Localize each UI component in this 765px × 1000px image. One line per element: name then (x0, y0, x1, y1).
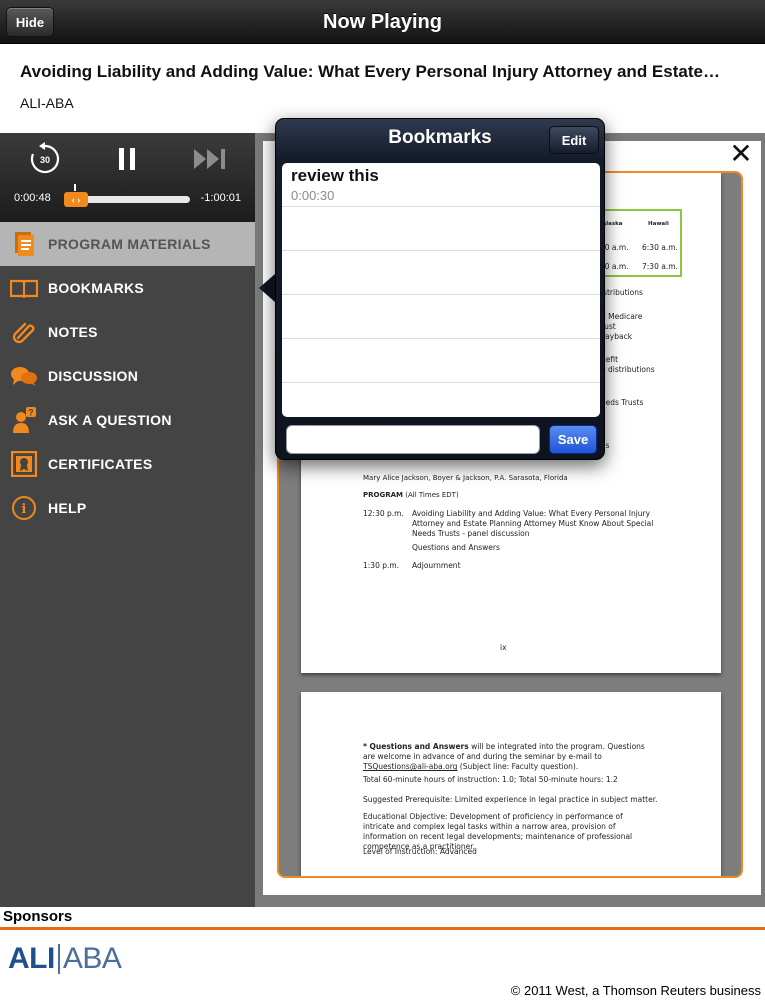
sidebar-item-label: NOTES (48, 324, 98, 340)
ali-aba-logo: ALI ABA (8, 941, 122, 977)
document-stack-icon (10, 231, 38, 257)
schedule-text: Questions and Answers (412, 543, 500, 552)
pause-button[interactable] (112, 143, 142, 175)
sponsors-label: Sponsors (3, 908, 73, 925)
bookmark-title: review this (291, 166, 379, 185)
time-zone-table: Alaska Hawaii 30 a.m. 6:30 a.m. 30 a.m. … (596, 209, 682, 277)
sidebar-item-help[interactable]: i HELP (0, 486, 255, 530)
skip-forward-button[interactable] (190, 145, 230, 173)
replay-30-button[interactable]: 30 (28, 142, 62, 176)
copyright: © 2011 West, a Thomson Reuters business (510, 983, 761, 998)
faculty-line: Mary Alice Jackson, Boyer & Jackson, P.A… (363, 474, 568, 482)
save-button[interactable]: Save (549, 425, 597, 454)
empty-row (282, 251, 600, 295)
info-icon: i (10, 495, 38, 521)
sidebar: 30 0:00:48 ‹ › -1:00:01 PROGRAM MATERIAL… (0, 133, 255, 907)
bookmarks-list: review this 0:00:30 (282, 163, 600, 417)
table-header: Alaska (602, 221, 623, 227)
sponsors-divider (0, 927, 765, 930)
schedule-time: 12:30 p.m. (363, 509, 404, 518)
schedule-text: Avoiding Liability and Adding Value: Wha… (412, 509, 654, 539)
sidebar-item-label: PROGRAM MATERIALS (48, 236, 211, 252)
page-number: ix (500, 643, 507, 652)
elapsed-time: 0:00:48 (14, 192, 51, 204)
program-organization: ALI-ABA (20, 95, 74, 111)
bookmark-time: 0:00:30 (291, 188, 335, 203)
svg-text:?: ? (28, 408, 34, 418)
logo-divider (57, 944, 60, 974)
sidebar-item-notes[interactable]: NOTES (0, 310, 255, 354)
sidebar-item-label: ASK A QUESTION (48, 412, 172, 428)
qa-heading: * Questions and Answers (363, 742, 469, 751)
qa-tail: (Subject line: Faculty question). (457, 762, 579, 772)
audio-player: 30 0:00:48 ‹ › -1:00:01 (0, 133, 255, 222)
logo-right: ABA (62, 942, 122, 975)
qa-paragraph: * Questions and Answers will be integrat… (363, 742, 653, 772)
page-text: e distributions (601, 365, 655, 374)
pause-icon (119, 148, 135, 170)
sidebar-item-label: DISCUSSION (48, 368, 139, 384)
sidebar-menu: PROGRAM MATERIALS BOOKMARKS NOTES DISCUS… (0, 222, 255, 530)
open-book-icon (10, 275, 38, 301)
empty-row (282, 339, 600, 383)
page-text: eeds Trusts (601, 398, 644, 407)
certificate-icon (10, 451, 38, 477)
empty-row (282, 207, 600, 251)
popover-arrow (259, 274, 275, 302)
navigation-bar: Hide Now Playing (0, 0, 765, 44)
progress-thumb[interactable]: ‹ › (64, 192, 88, 207)
table-header: Hawaii (648, 221, 669, 227)
replay-icon: 30 (30, 142, 60, 174)
page-text: istributions (601, 288, 643, 297)
svg-text:i: i (21, 502, 26, 517)
schedule-time: 1:30 p.m. (363, 561, 400, 570)
program-title: Avoiding Liability and Adding Value: Wha… (20, 62, 720, 81)
document-page-2: * Questions and Answers will be integrat… (301, 692, 721, 876)
remaining-time: -1:00:01 (200, 192, 241, 204)
program-timezone: (All Times EDT) (405, 491, 459, 499)
qa-email-link[interactable]: TSQuestions@ali-aba.org (363, 762, 457, 771)
page-text: Payback (601, 332, 633, 341)
bookmark-name-input[interactable] (286, 425, 540, 454)
paperclip-icon (10, 319, 38, 345)
sidebar-item-label: CERTIFICATES (48, 456, 153, 472)
bookmarks-popover: Bookmarks Edit review this 0:00:30 Save (275, 118, 605, 460)
person-question-icon: ? (10, 407, 38, 433)
program-heading-bold: PROGRAM (363, 491, 403, 499)
skip-forward-icon (194, 149, 225, 169)
schedule-text: Adjournment (412, 561, 461, 570)
page-text: d Medicare (601, 312, 643, 321)
hours-line: Total 60-minute hours of instruction: 1.… (363, 775, 618, 784)
table-cell: 7:30 a.m. (642, 262, 678, 271)
sidebar-item-certificates[interactable]: CERTIFICATES (0, 442, 255, 486)
bookmark-tick (74, 184, 76, 191)
sidebar-item-ask-a-question[interactable]: ? ASK A QUESTION (0, 398, 255, 442)
sponsors-bar: Sponsors ALI ABA © 2011 West, a Thomson … (0, 907, 765, 1000)
program-heading: PROGRAM (All Times EDT) (363, 491, 459, 500)
sidebar-item-label: BOOKMARKS (48, 280, 145, 296)
sidebar-item-discussion[interactable]: DISCUSSION (0, 354, 255, 398)
close-icon[interactable]: ✕ (729, 140, 753, 168)
table-cell: 6:30 a.m. (642, 243, 678, 252)
nav-title: Now Playing (323, 11, 442, 33)
sidebar-item-bookmarks[interactable]: BOOKMARKS (0, 266, 255, 310)
bookmark-row[interactable]: review this 0:00:30 (282, 163, 600, 207)
edit-button[interactable]: Edit (549, 126, 599, 154)
sidebar-item-label: HELP (48, 500, 87, 516)
replay-seconds: 30 (40, 155, 50, 165)
prereq-line: Suggested Prerequisite: Limited experien… (363, 795, 658, 804)
sidebar-item-program-materials[interactable]: PROGRAM MATERIALS (0, 222, 255, 266)
level-line: Level of Instruction: Advanced (363, 847, 477, 856)
speech-bubbles-icon (10, 363, 38, 389)
empty-row (282, 295, 600, 339)
logo-left: ALI (8, 942, 55, 975)
